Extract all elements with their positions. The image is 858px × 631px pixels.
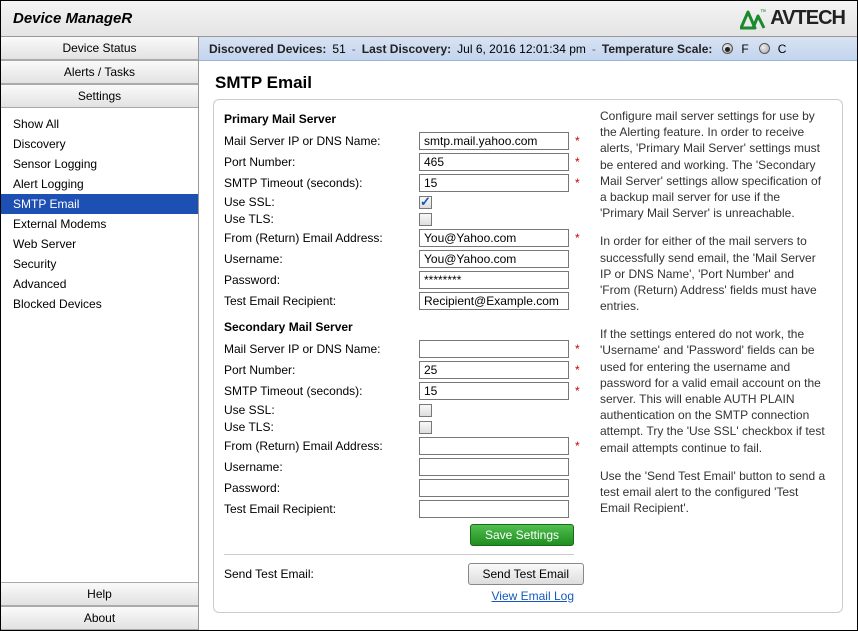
nav-item-external-modems[interactable]: External Modems — [1, 214, 198, 234]
primary-from-input[interactable] — [419, 229, 569, 247]
help-para-2: In order for either of the mail servers … — [600, 233, 826, 314]
secondary-user-input[interactable] — [419, 458, 569, 476]
secondary-port-label: Port Number: — [224, 363, 419, 377]
divider — [224, 554, 574, 555]
discovered-label: Discovered Devices: — [209, 42, 326, 56]
temp-scale-f-radio[interactable] — [722, 43, 733, 54]
required-marker: * — [575, 342, 580, 356]
nav-footer-about[interactable]: About — [1, 606, 198, 630]
send-test-email-button[interactable]: Send Test Email — [468, 563, 585, 585]
last-discovery-value: Jul 6, 2016 12:01:34 pm — [457, 42, 586, 56]
nav-item-alert-logging[interactable]: Alert Logging — [1, 174, 198, 194]
save-settings-button[interactable]: Save Settings — [470, 524, 574, 546]
help-para-4: Use the 'Send Test Email' button to send… — [600, 468, 826, 517]
status-sep-1: - — [352, 42, 356, 56]
primary-recipient-input[interactable] — [419, 292, 569, 310]
secondary-ssl-checkbox[interactable] — [419, 404, 432, 417]
brand-mark-icon: ™ — [740, 8, 766, 30]
app-header: Device ManageR ™ AVTECH — [1, 1, 857, 37]
primary-pass-input[interactable] — [419, 271, 569, 289]
status-sep-2: - — [592, 42, 596, 56]
app-title: Device ManageR — [13, 10, 132, 27]
nav-item-sensor-logging[interactable]: Sensor Logging — [1, 154, 198, 174]
primary-dns-input[interactable] — [419, 132, 569, 150]
nav-header-settings[interactable]: Settings — [1, 84, 198, 108]
settings-nav-list: Show All Discovery Sensor Logging Alert … — [1, 108, 198, 468]
send-test-label: Send Test Email: — [224, 567, 399, 581]
primary-tls-checkbox[interactable] — [419, 213, 432, 226]
secondary-port-input[interactable] — [419, 361, 569, 379]
brand-text: AVTECH — [770, 7, 845, 30]
secondary-tls-checkbox[interactable] — [419, 421, 432, 434]
nav-item-advanced[interactable]: Advanced — [1, 274, 198, 294]
primary-timeout-label: SMTP Timeout (seconds): — [224, 176, 419, 190]
required-marker: * — [575, 231, 580, 245]
nav-footer-help[interactable]: Help — [1, 582, 198, 606]
nav-item-show-all[interactable]: Show All — [1, 114, 198, 134]
secondary-recipient-label: Test Email Recipient: — [224, 502, 419, 516]
nav-header-alerts-tasks[interactable]: Alerts / Tasks — [1, 60, 198, 84]
main-area: Discovered Devices: 51 - Last Discovery:… — [199, 37, 857, 630]
secondary-section-title: Secondary Mail Server — [224, 320, 584, 334]
temp-scale-label: Temperature Scale: — [602, 42, 713, 56]
secondary-timeout-label: SMTP Timeout (seconds): — [224, 384, 419, 398]
primary-user-input[interactable] — [419, 250, 569, 268]
discovered-value: 51 — [332, 42, 345, 56]
primary-user-label: Username: — [224, 252, 419, 266]
temp-scale-c-label: C — [778, 42, 787, 56]
temp-scale-f-label: F — [741, 42, 748, 56]
nav-item-web-server[interactable]: Web Server — [1, 234, 198, 254]
help-text: Configure mail server settings for use b… — [600, 108, 842, 603]
required-marker: * — [575, 155, 580, 169]
secondary-from-label: From (Return) Email Address: — [224, 439, 419, 453]
required-marker: * — [575, 134, 580, 148]
nav-item-discovery[interactable]: Discovery — [1, 134, 198, 154]
secondary-ssl-label: Use SSL: — [224, 403, 419, 417]
secondary-pass-label: Password: — [224, 481, 419, 495]
brand-logo: ™ AVTECH — [740, 7, 845, 30]
secondary-recipient-input[interactable] — [419, 500, 569, 518]
smtp-panel: Primary Mail Server Mail Server IP or DN… — [213, 99, 843, 613]
primary-timeout-input[interactable] — [419, 174, 569, 192]
nav-header-device-status[interactable]: Device Status — [1, 37, 198, 60]
secondary-tls-label: Use TLS: — [224, 420, 419, 434]
nav-item-blocked-devices[interactable]: Blocked Devices — [1, 294, 198, 314]
help-para-1: Configure mail server settings for use b… — [600, 108, 826, 221]
required-marker: * — [575, 439, 580, 453]
primary-dns-label: Mail Server IP or DNS Name: — [224, 134, 419, 148]
primary-from-label: From (Return) Email Address: — [224, 231, 419, 245]
primary-port-input[interactable] — [419, 153, 569, 171]
required-marker: * — [575, 363, 580, 377]
secondary-user-label: Username: — [224, 460, 419, 474]
status-bar: Discovered Devices: 51 - Last Discovery:… — [199, 37, 857, 61]
last-discovery-label: Last Discovery: — [362, 42, 451, 56]
svg-text:™: ™ — [760, 9, 766, 16]
secondary-dns-label: Mail Server IP or DNS Name: — [224, 342, 419, 356]
primary-tls-label: Use TLS: — [224, 212, 419, 226]
required-marker: * — [575, 176, 580, 190]
nav-item-security[interactable]: Security — [1, 254, 198, 274]
primary-section-title: Primary Mail Server — [224, 112, 584, 126]
secondary-dns-input[interactable] — [419, 340, 569, 358]
secondary-pass-input[interactable] — [419, 479, 569, 497]
primary-ssl-label: Use SSL: — [224, 195, 419, 209]
view-email-log-link[interactable]: View Email Log — [492, 589, 575, 603]
form-column: Primary Mail Server Mail Server IP or DN… — [224, 108, 584, 603]
sidebar: Device Status Alerts / Tasks Settings Sh… — [1, 37, 199, 630]
primary-recipient-label: Test Email Recipient: — [224, 294, 419, 308]
nav-item-smtp-email[interactable]: SMTP Email — [1, 194, 198, 214]
help-para-3: If the settings entered do not work, the… — [600, 326, 826, 456]
secondary-timeout-input[interactable] — [419, 382, 569, 400]
primary-ssl-checkbox[interactable] — [419, 196, 432, 209]
primary-port-label: Port Number: — [224, 155, 419, 169]
temp-scale-c-radio[interactable] — [759, 43, 770, 54]
primary-pass-label: Password: — [224, 273, 419, 287]
page-title: SMTP Email — [199, 61, 857, 99]
required-marker: * — [575, 384, 580, 398]
secondary-from-input[interactable] — [419, 437, 569, 455]
